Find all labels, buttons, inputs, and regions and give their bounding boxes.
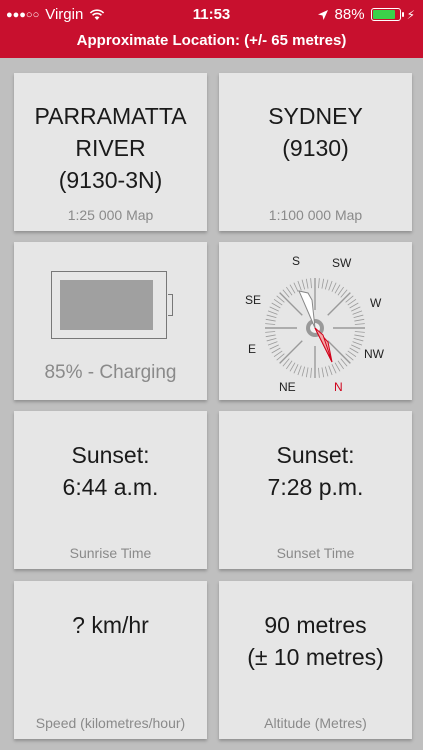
map-100k-name: SYDNEY (268, 103, 363, 129)
speed-value: ? km/hr (72, 612, 149, 638)
compass-label-s: S (292, 254, 300, 268)
compass-label-ne: NE (279, 380, 296, 394)
approximate-location-text: Approximate Location: (+/- 65 metres) (76, 32, 347, 49)
compass-label-w: W (370, 296, 382, 310)
compass-label-nw: NW (364, 347, 385, 361)
battery-status: 85% - Charging (44, 362, 177, 383)
battery-icon (370, 8, 404, 21)
compass-label-se: SE (245, 293, 261, 307)
sunset-heading: Sunset: (276, 442, 355, 468)
compass-label-e: E (248, 342, 256, 356)
compass-label-sw: SW (332, 256, 352, 270)
battery-tile[interactable]: 85% - Charging (14, 242, 207, 400)
sunset-tile[interactable]: Sunset: 7:28 p.m. Sunset Time (219, 411, 412, 569)
altitude-tile[interactable]: 90 metres (± 10 metres) Altitude (Metres… (219, 581, 412, 739)
altitude-value: 90 metres (264, 612, 367, 638)
map-25k-tile[interactable]: PARRAMATTA RIVER (9130-3N) 1:25 000 Map (14, 73, 207, 231)
charging-bolt-icon: ⚡ (406, 7, 415, 22)
status-bar: ●●●○○ Virgin 11:53 88% ⚡ (0, 0, 423, 30)
map-100k-code: (9130) (282, 135, 349, 161)
map-25k-name-line1: PARRAMATTA (34, 103, 187, 129)
sunset-time: 7:28 p.m. (267, 474, 364, 500)
altitude-accuracy: (± 10 metres) (247, 644, 384, 670)
sunrise-caption: Sunrise Time (69, 545, 152, 561)
map-25k-code: (9130-3N) (58, 167, 163, 193)
speed-tile[interactable]: ? km/hr Speed (kilometres/hour) (14, 581, 207, 739)
altitude-caption: Altitude (Metres) (264, 715, 367, 731)
header-bar: ●●●○○ Virgin 11:53 88% ⚡ Approximate Loc… (0, 0, 423, 58)
battery-graphic-icon (51, 271, 173, 339)
sunset-caption: Sunset Time (276, 545, 355, 561)
sunrise-tile[interactable]: Sunset: 6:44 a.m. Sunrise Time (14, 411, 207, 569)
compass-icon: S SW W SE E NW NE N (245, 254, 385, 394)
map-100k-caption: 1:100 000 Map (268, 207, 363, 223)
map-25k-caption: 1:25 000 Map (67, 207, 154, 223)
map-100k-tile[interactable]: SYDNEY (9130) 1:100 000 Map (219, 73, 412, 231)
map-25k-name-line2: RIVER (75, 135, 146, 161)
sunrise-heading: Sunset: (71, 442, 150, 468)
compass-tile[interactable]: S SW W SE E NW NE N (219, 242, 412, 400)
location-arrow-icon (317, 9, 328, 20)
battery-percent: 88% (334, 6, 365, 23)
speed-caption: Speed (kilometres/hour) (35, 715, 186, 731)
compass-label-n: N (334, 380, 343, 394)
sunrise-time: 6:44 a.m. (62, 474, 159, 500)
